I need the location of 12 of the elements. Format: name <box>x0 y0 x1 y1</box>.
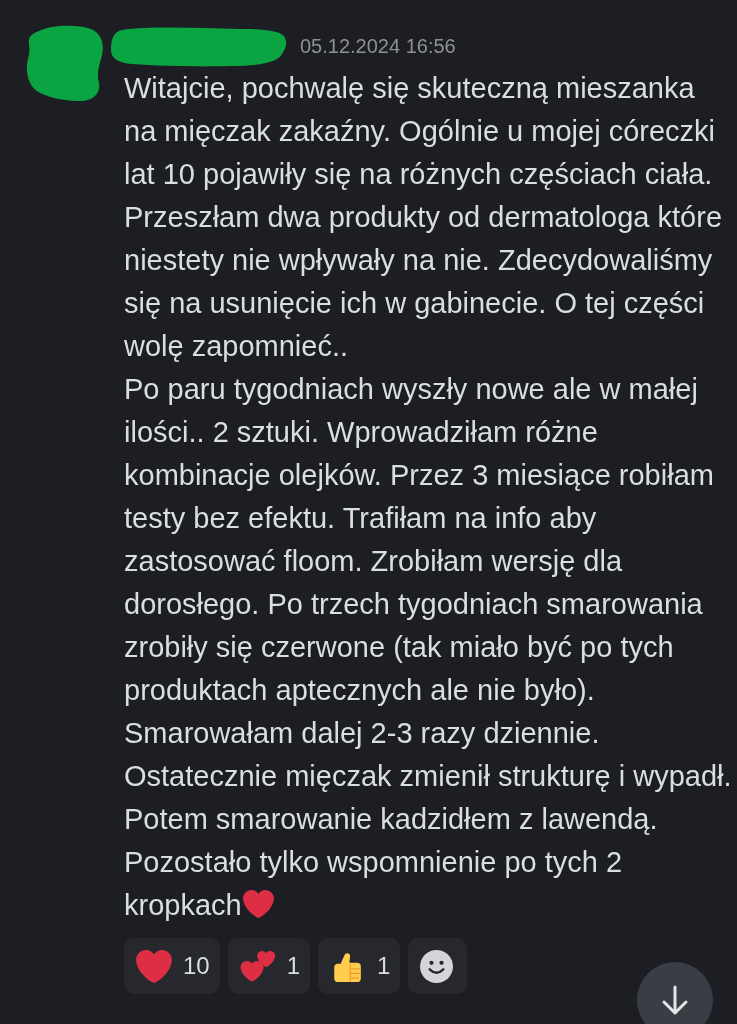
smiley-icon <box>420 949 454 983</box>
two-hearts-icon <box>239 949 276 983</box>
message-text: Witajcie, pochwalę się skuteczną mieszanka na mięczak zakaźny. Ogólnie u mojej córeczki lat 10 pojawiły się na różnych częściach ciała. Przeszłam dwa produkty od dermatologa które niestety nie wpływały na nie. Zdecydowaliśmy się na usunięcie ich w gabinecie. O tej części wolę zapomnieć.. <box>124 72 722 362</box>
reaction-button[interactable]: 10 <box>124 938 220 994</box>
message-text: Po paru tygodniach wyszły nowe ale w małej ilości.. 2 sztuki. Wprowadziłam różne kombinacje olejków. Przez 3 miesiące robiłam testy bez efektu. Trafiłam na info aby zastosować floom. Zrobiłam wersję dla dorosłego. Po trzech tygodniach smarowania zrobiły się czerwone (tak miało być po tych produktach aptecznych ale nie było). Smarowałam dalej 2-3 razy dziennie. Ostatecznie mięczak zmienił strukturę i wypadł. Potem smarowanie kadzidłem z lawendą. Pozostało tylko wspomnienie po tych 2 kropkach <box>124 373 732 921</box>
reaction-button[interactable]: 1 <box>318 938 401 994</box>
heart-icon <box>136 949 172 983</box>
add-reaction-button[interactable] <box>408 938 468 994</box>
reaction-button[interactable]: 1 <box>227 938 311 994</box>
timestamp: 05.12.2024 16:56 <box>300 34 456 58</box>
heart-icon <box>242 890 274 918</box>
scroll-down-button[interactable] <box>637 962 713 1024</box>
